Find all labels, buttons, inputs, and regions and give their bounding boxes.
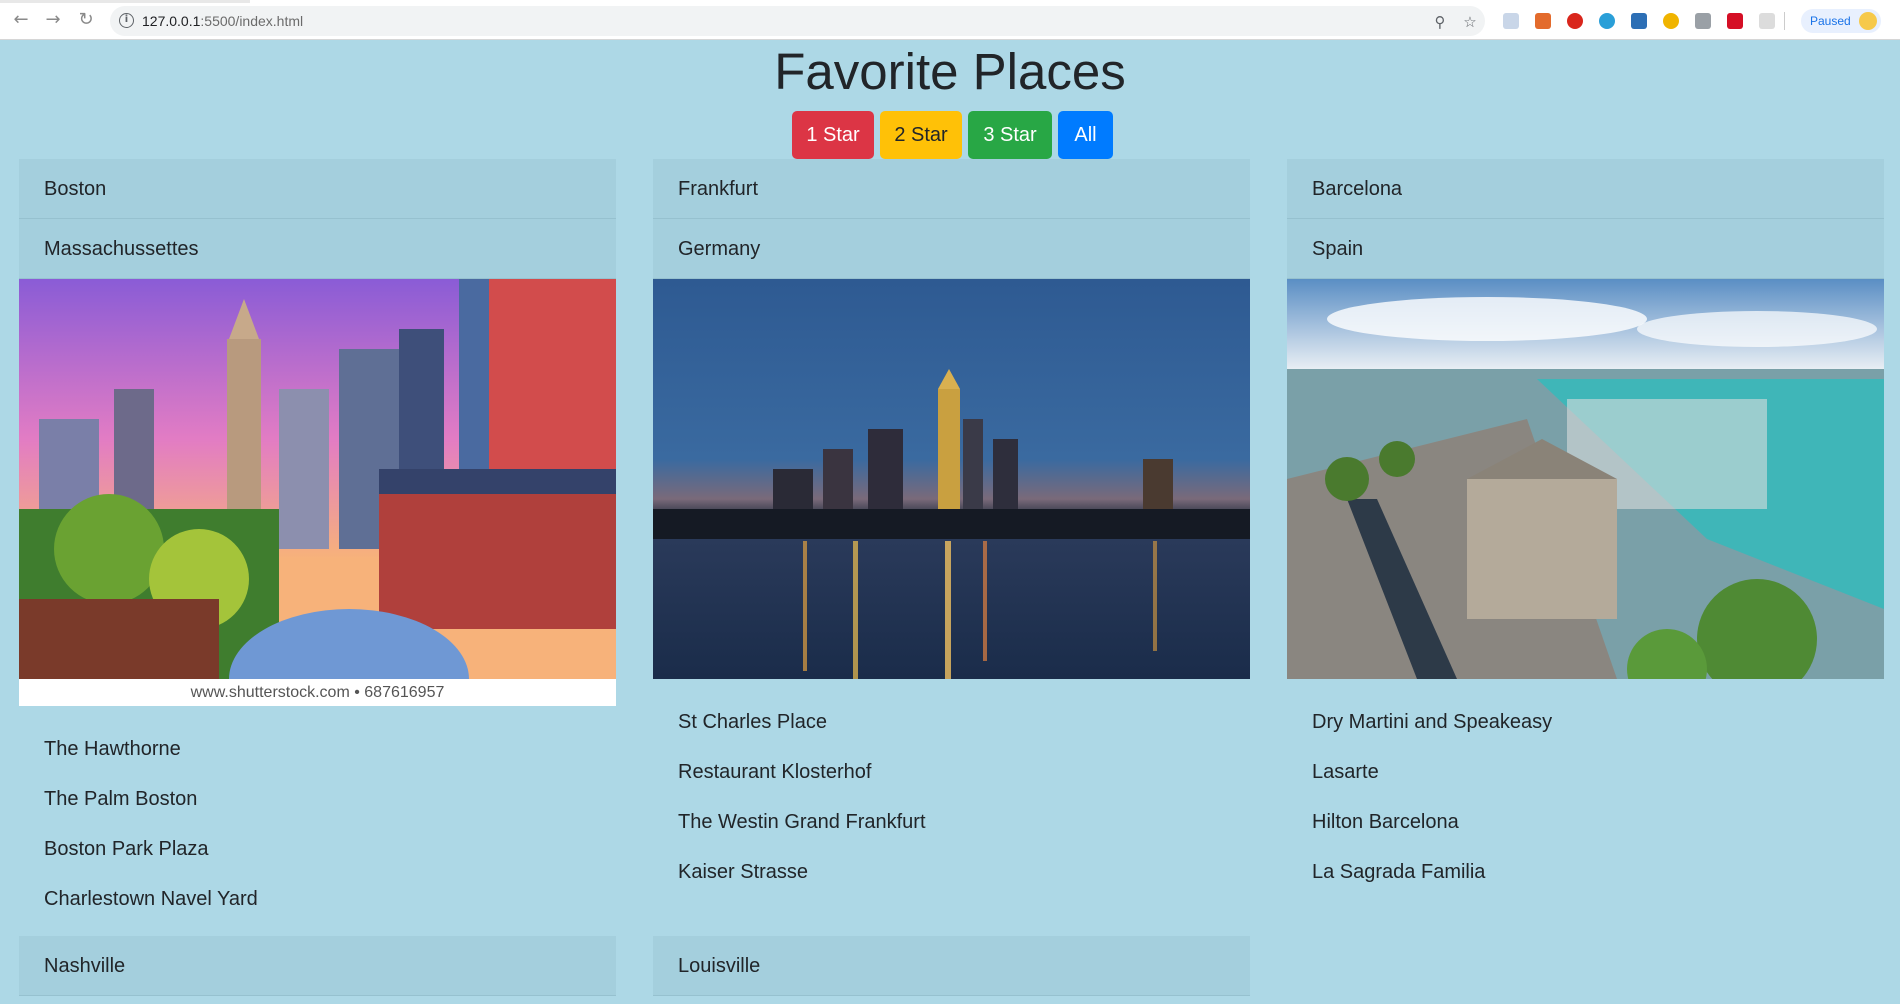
list-item: Hilton Barcelona	[1312, 811, 1459, 833]
extension-skype-icon[interactable]	[1599, 13, 1615, 29]
loading-indicator	[0, 0, 250, 3]
place-card-barcelona: Barcelona Spain Dry Martini and Speakeas…	[1287, 159, 1884, 897]
page-title: Favorite Places	[774, 43, 1126, 100]
card-city: Nashville	[19, 936, 616, 996]
avatar-icon	[1859, 12, 1877, 30]
extension-tools-icon[interactable]	[1631, 13, 1647, 29]
list-item: La Sagrada Familia	[1312, 861, 1486, 883]
card-region: Spain	[1287, 219, 1884, 279]
filter-1-star-button[interactable]: 1 Star	[792, 111, 874, 159]
card-city: Louisville	[653, 936, 1250, 996]
extension-adblock-icon[interactable]	[1567, 13, 1583, 29]
card-region: Massachussettes	[19, 219, 616, 279]
extension-notes-icon[interactable]	[1503, 13, 1519, 29]
place-card-louisville: Louisville	[653, 936, 1250, 996]
extension-doc-icon[interactable]	[1759, 13, 1775, 29]
card-city: Frankfurt	[653, 159, 1250, 219]
spots-list: St Charles Place Restaurant Klosterhof T…	[653, 679, 1250, 897]
filter-3-star-button[interactable]: 3 Star	[968, 111, 1052, 159]
filter-all-button[interactable]: All	[1058, 111, 1113, 159]
address-url[interactable]: 127.0.0.1:5500/index.html	[142, 13, 303, 29]
list-item: Restaurant Klosterhof	[678, 761, 872, 783]
extension-office-icon[interactable]	[1535, 13, 1551, 29]
extension-chrome-icon[interactable]	[1663, 13, 1679, 29]
back-arrow-icon[interactable]: ←	[10, 9, 32, 31]
place-card-frankfurt: Frankfurt Germany St Charles Place Resta…	[653, 159, 1250, 897]
card-region: Germany	[653, 219, 1250, 279]
boston-skyline-image: www.shutterstock.com • 687616957	[19, 279, 616, 706]
filter-2-star-button[interactable]: 2 Star	[880, 111, 962, 159]
image-watermark: www.shutterstock.com • 687616957	[19, 679, 616, 706]
reload-icon[interactable]: ↻	[75, 9, 97, 31]
forward-arrow-icon[interactable]: →	[42, 9, 64, 31]
toolbar-divider	[1784, 12, 1785, 30]
extension-gray-icon[interactable]	[1695, 13, 1711, 29]
extension-video-icon[interactable]	[1727, 13, 1743, 29]
bookmark-star-icon[interactable]: ☆	[1460, 12, 1480, 32]
list-item: Charlestown Navel Yard	[44, 888, 258, 910]
card-city: Boston	[19, 159, 616, 219]
list-item: The Westin Grand Frankfurt	[678, 811, 926, 833]
barcelona-harbor-image	[1287, 279, 1884, 679]
list-item: St Charles Place	[678, 711, 827, 733]
spots-list: Dry Martini and Speakeasy Lasarte Hilton…	[1287, 679, 1884, 897]
frankfurt-skyline-image	[653, 279, 1250, 679]
site-info-icon[interactable]: i	[119, 13, 134, 28]
address-bar[interactable]: i 127.0.0.1:5500/index.html ⚲ ☆	[110, 6, 1485, 36]
place-card-boston: Boston Massachussettes www.shutterstock.…	[19, 159, 616, 924]
zoom-icon[interactable]: ⚲	[1430, 12, 1450, 32]
spots-list: The Hawthorne The Palm Boston Boston Par…	[19, 706, 616, 924]
list-item: Dry Martini and Speakeasy	[1312, 711, 1553, 733]
list-item: The Hawthorne	[44, 738, 181, 760]
card-city: Barcelona	[1287, 159, 1884, 219]
list-item: Lasarte	[1312, 761, 1379, 783]
list-item: Kaiser Strasse	[678, 861, 809, 883]
place-card-nashville: Nashville	[19, 936, 616, 996]
list-item: Boston Park Plaza	[44, 838, 209, 860]
profile-paused-button[interactable]: Paused	[1801, 9, 1881, 33]
list-item: The Palm Boston	[44, 788, 198, 810]
profile-status-label: Paused	[1810, 14, 1851, 28]
browser-toolbar: ← → ↻ i 127.0.0.1:5500/index.html ⚲ ☆ Pa…	[0, 0, 1900, 40]
